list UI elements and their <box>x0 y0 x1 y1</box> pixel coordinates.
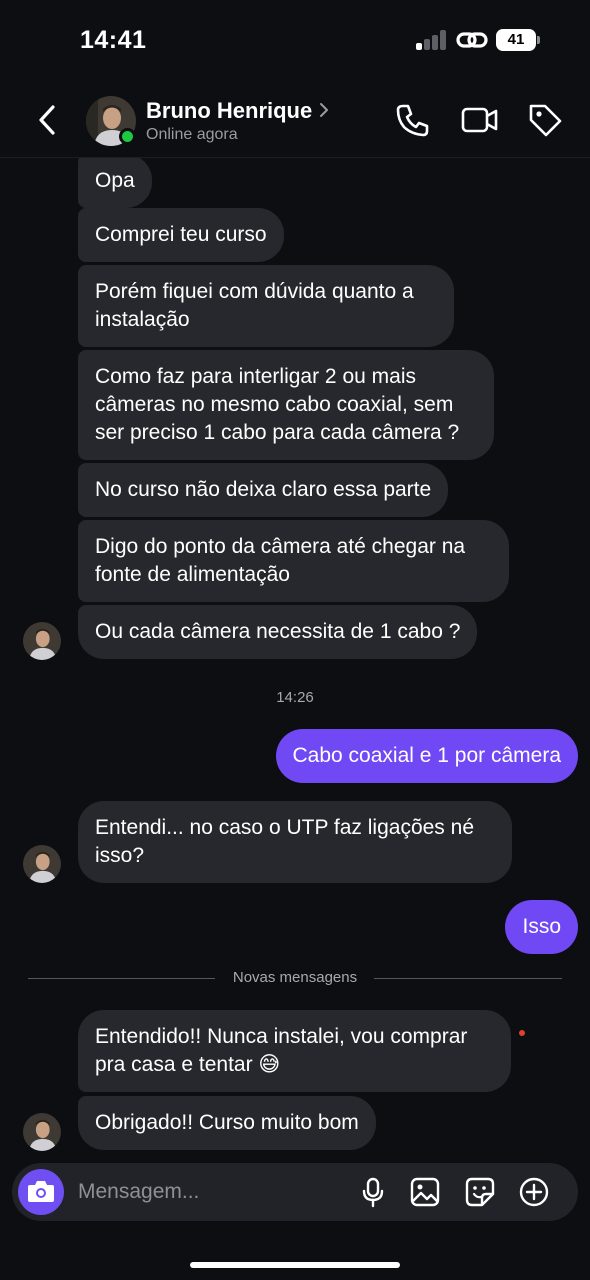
message-bubble[interactable]: Ou cada câmera necessita de 1 cabo ? <box>78 605 478 659</box>
message-bubble[interactable]: Isso <box>505 900 578 954</box>
message-composer <box>12 1163 578 1221</box>
chevron-right-icon[interactable] <box>318 101 330 119</box>
contact-avatar[interactable] <box>86 96 136 146</box>
message-list[interactable]: Opa Comprei teu curso Porém fiquei com d… <box>0 158 590 1160</box>
image-icon[interactable] <box>409 1176 441 1208</box>
battery-level: 41 <box>496 29 536 51</box>
message-bubble[interactable]: Digo do ponto da câmera até chegar na fo… <box>78 520 509 602</box>
new-messages-divider: Novas mensagens <box>28 968 562 988</box>
unread-indicator <box>519 1030 525 1036</box>
sticker-icon[interactable] <box>464 1176 496 1208</box>
avatar[interactable] <box>23 622 61 660</box>
battery-icon: 41 <box>496 29 540 51</box>
status-time: 14:41 <box>80 26 147 54</box>
message-bubble[interactable]: Cabo coaxial e 1 por câmera <box>275 729 578 783</box>
avatar[interactable] <box>23 1113 61 1151</box>
link-icon <box>456 32 488 48</box>
plus-circle-icon[interactable] <box>518 1176 550 1208</box>
message-input[interactable] <box>78 1163 348 1221</box>
message-bubble[interactable]: Como faz para interligar 2 ou mais câmer… <box>78 350 494 460</box>
message-bubble[interactable]: Entendido!! Nunca instalei, vou comprar … <box>78 1010 511 1092</box>
phone-icon[interactable] <box>393 100 433 140</box>
timestamp: 14:26 <box>276 689 314 706</box>
message-bubble[interactable]: Comprei teu curso <box>78 208 284 262</box>
message-bubble[interactable]: No curso não deixa claro essa parte <box>78 463 449 517</box>
video-camera-icon[interactable] <box>460 100 500 140</box>
chat-header: Bruno Henrique Online agora <box>0 80 590 158</box>
message-bubble[interactable]: Opa <box>78 158 152 208</box>
cellular-signal-icon <box>416 30 448 50</box>
message-bubble[interactable]: Porém fiquei com dúvida quanto a instala… <box>78 265 454 347</box>
camera-button[interactable] <box>18 1169 64 1215</box>
online-indicator <box>119 128 136 145</box>
camera-icon <box>28 1181 54 1202</box>
message-bubble[interactable]: Obrigado!! Curso muito bom <box>78 1096 376 1150</box>
status-bar: 14:41 41 <box>0 0 590 80</box>
message-bubble[interactable]: Entendi... no caso o UTP faz ligações né… <box>78 801 512 883</box>
chevron-left-icon[interactable] <box>30 102 66 138</box>
avatar[interactable] <box>23 845 61 883</box>
home-indicator <box>190 1262 400 1268</box>
microphone-icon[interactable] <box>357 1176 389 1208</box>
contact-name[interactable]: Bruno Henrique <box>146 98 312 124</box>
tag-icon[interactable] <box>525 100 565 140</box>
contact-status: Online agora <box>146 126 238 143</box>
